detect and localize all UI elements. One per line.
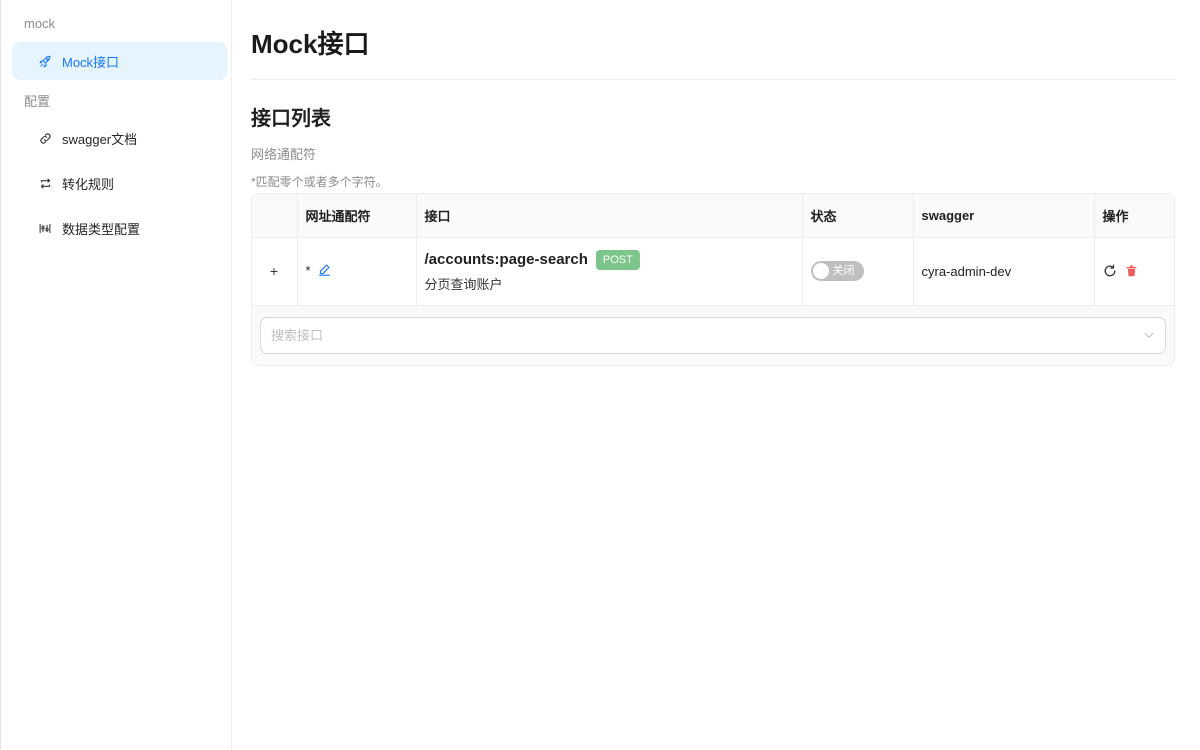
refresh-icon[interactable]: [1103, 264, 1117, 278]
search-area: [252, 305, 1174, 365]
expand-row-button[interactable]: +: [266, 263, 282, 279]
sliders-icon: [38, 221, 52, 235]
actions-cell: [1094, 237, 1174, 306]
search-api-select[interactable]: [260, 316, 1166, 354]
sidebar-item-label: 转化规则: [62, 176, 115, 192]
delete-icon[interactable]: [1125, 264, 1139, 278]
url-pattern-value: *: [305, 262, 311, 278]
pattern-cell: *: [297, 237, 417, 306]
sidebar-item-label: 数据类型配置: [62, 221, 141, 237]
expand-cell: +: [252, 237, 298, 306]
api-description: 分页查询账户: [424, 276, 503, 292]
link-icon: [38, 131, 52, 145]
app-window: mock Mock接口 配置 swagger文档 转化规则 数据类型配置 Moc…: [0, 0, 1200, 750]
column-header-swagger: swagger: [913, 194, 1095, 238]
swap-icon: [38, 176, 52, 190]
toggle-label: 关闭: [832, 265, 855, 277]
title-divider: [251, 79, 1175, 80]
status-cell: 关闭: [802, 237, 914, 306]
sidebar-item-transform-rules[interactable]: 转化规则: [12, 164, 227, 202]
swagger-cell: cyra-admin-dev: [913, 237, 1095, 306]
table-header-row: 网址通配符 接口 状态 swagger 操作: [252, 194, 1174, 238]
status-toggle[interactable]: 关闭: [810, 261, 864, 281]
table-row: + * /accounts:page-search POST 分页查询账户 关闭…: [252, 237, 1174, 306]
sidebar-item-swagger-docs[interactable]: swagger文档: [12, 119, 227, 157]
api-cell: /accounts:page-search POST 分页查询账户: [416, 237, 803, 306]
sidebar: mock Mock接口 配置 swagger文档 转化规则 数据类型配置: [1, 0, 232, 750]
sidebar-group-title-config: 配置: [24, 94, 51, 109]
column-header-actions: 操作: [1094, 194, 1174, 238]
method-badge: POST: [595, 249, 640, 270]
main-content: Mock接口 接口列表 网络通配符 *匹配零个或者多个字符。 网址通配符 接口 …: [232, 0, 1200, 750]
wildcard-hint: *匹配零个或者多个字符。: [251, 175, 388, 189]
column-header-pattern: 网址通配符: [297, 194, 417, 238]
chevron-down-icon: [1143, 329, 1155, 341]
sidebar-item-label: swagger文档: [62, 131, 138, 147]
section-title: 接口列表: [251, 108, 331, 130]
wildcard-label: 网络通配符: [251, 147, 317, 162]
column-header-api: 接口: [416, 194, 803, 238]
column-header-expand: [252, 194, 298, 238]
rocket-icon: [38, 54, 52, 68]
edit-pattern-icon[interactable]: [318, 263, 331, 279]
api-path: /accounts:page-search: [424, 251, 588, 268]
page-title: Mock接口: [251, 29, 370, 59]
api-table: 网址通配符 接口 状态 swagger 操作 + * /accounts:pag…: [251, 193, 1175, 366]
sidebar-item-mock-api[interactable]: Mock接口: [12, 42, 227, 80]
toggle-knob: [812, 263, 829, 279]
swagger-name: cyra-admin-dev: [921, 263, 1012, 279]
sidebar-item-data-type-config[interactable]: 数据类型配置: [12, 209, 227, 247]
sidebar-item-label: Mock接口: [62, 54, 120, 70]
search-api-input[interactable]: [271, 327, 1143, 343]
sidebar-group-title-mock: mock: [24, 16, 56, 31]
column-header-status: 状态: [802, 194, 914, 238]
